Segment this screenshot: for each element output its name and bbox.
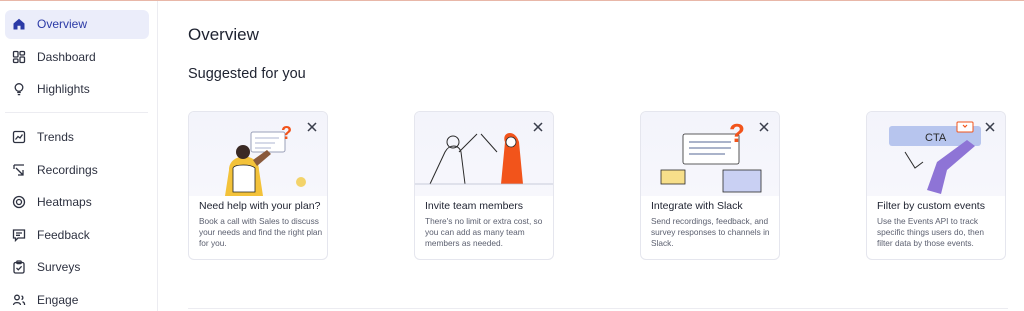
sidebar-item-highlights[interactable]: Highlights [5,75,149,104]
sidebar-item-label: Heatmaps [37,195,92,209]
dashboard-icon [12,50,26,64]
suggestion-card-invite-team[interactable]: Invite team members There's no limit or … [414,111,554,260]
sidebar-item-label: Recordings [37,163,98,177]
sidebar-item-label: Dashboard [37,50,96,64]
card-description: Book a call with Sales to discuss your n… [199,216,323,248]
trend-chart-icon [12,130,26,144]
sidebar-item-label: Highlights [37,82,90,96]
sidebar-item-label: Overview [37,17,88,31]
heatmap-icon [12,195,26,209]
card-description: There's no limit or extra cost, so you c… [425,216,543,248]
sidebar-item-engage[interactable]: Engage [5,286,149,311]
card-title: Invite team members [425,200,524,212]
sidebar-item-label: Trends [37,130,74,144]
cta-art-label: CTA [925,132,947,144]
page-title: Overview [188,25,259,44]
suggestion-card-custom-events[interactable]: CTA Filter by custom events Use the Even… [866,111,1006,260]
sidebar-item-recordings[interactable]: Recordings [5,156,149,185]
recordings-icon [13,164,24,176]
card-title: Need help with your plan? [199,200,321,212]
feedback-icon [12,229,26,242]
suggestion-card-slack[interactable]: ? Integrate with Slack Send recordings, … [640,111,780,260]
sidebar-divider [5,112,148,113]
sidebar-item-label: Surveys [37,260,81,274]
card-description: Send recordings, feedback, and survey re… [651,216,770,248]
close-icon[interactable] [305,120,319,134]
suggestion-card-plan-help[interactable]: ? Need help with your plan? Book a call … [188,111,328,260]
sidebar: Overview Dashboard Highlights Trends Rec… [0,1,158,311]
engage-users-icon [12,294,26,306]
sidebar-item-overview[interactable]: Overview [5,10,149,39]
close-icon[interactable] [757,120,771,134]
sidebar-item-dashboard[interactable]: Dashboard [5,43,149,72]
section-divider [188,308,1008,309]
card-title: Integrate with Slack [651,200,743,212]
sidebar-item-feedback[interactable]: Feedback [5,221,149,250]
svg-text:?: ? [729,118,745,148]
svg-text:?: ? [281,123,292,143]
home-icon [13,18,25,30]
close-icon[interactable] [983,120,997,134]
sidebar-item-surveys[interactable]: Surveys [5,253,149,282]
section-title: Suggested for you [188,66,306,82]
survey-clipboard-icon [13,260,25,274]
close-icon[interactable] [531,120,545,134]
sidebar-item-label: Feedback [37,228,90,242]
card-description: Use the Events API to track specific thi… [877,216,984,248]
main-content: Overview Suggested for you ? Need help w… [159,1,1024,311]
sidebar-item-heatmaps[interactable]: Heatmaps [5,188,149,217]
sidebar-item-trends[interactable]: Trends [5,123,149,152]
card-title: Filter by custom events [877,200,985,212]
sidebar-item-label: Engage [37,293,79,307]
lightbulb-icon [14,83,24,96]
